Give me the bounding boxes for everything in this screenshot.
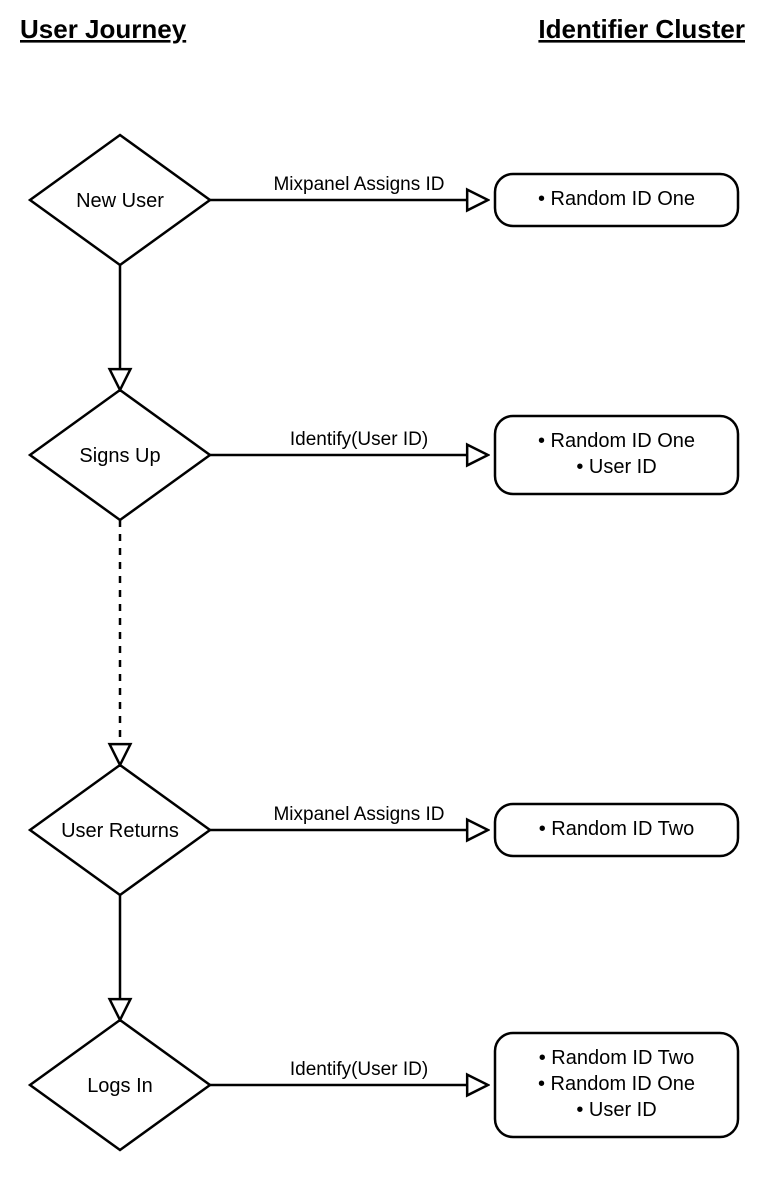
arrow-label-edge-new-user: Mixpanel Assigns ID [273, 174, 444, 195]
cluster-item: • User ID [576, 1099, 656, 1121]
diamond-label-user-returns: User Returns [61, 820, 179, 842]
heading-identifier-cluster: Identifier Cluster [538, 14, 745, 44]
diamond-label-logs-in: Logs In [87, 1075, 153, 1097]
cluster-item: • Random ID One [538, 1073, 695, 1095]
cluster-item: • User ID [576, 456, 656, 478]
cluster-item: • Random ID Two [539, 1047, 695, 1069]
arrow-label-edge-logs-in: Identify(User ID) [290, 1059, 428, 1080]
arrow-label-edge-user-returns: Mixpanel Assigns ID [273, 804, 444, 825]
diamond-label-new-user: New User [76, 190, 164, 212]
flow-diagram: User Journey Identifier Cluster New User Si… [0, 0, 768, 1188]
cluster-item: • Random ID One [538, 430, 695, 452]
heading-user-journey: User Journey [20, 14, 187, 44]
arrow-label-edge-signs-up: Identify(User ID) [290, 429, 428, 450]
cluster-item: • Random ID Two [539, 818, 695, 840]
cluster-box-cluster-2 [495, 416, 738, 494]
cluster-item: • Random ID One [538, 188, 695, 210]
diamond-label-signs-up: Signs Up [79, 445, 160, 467]
